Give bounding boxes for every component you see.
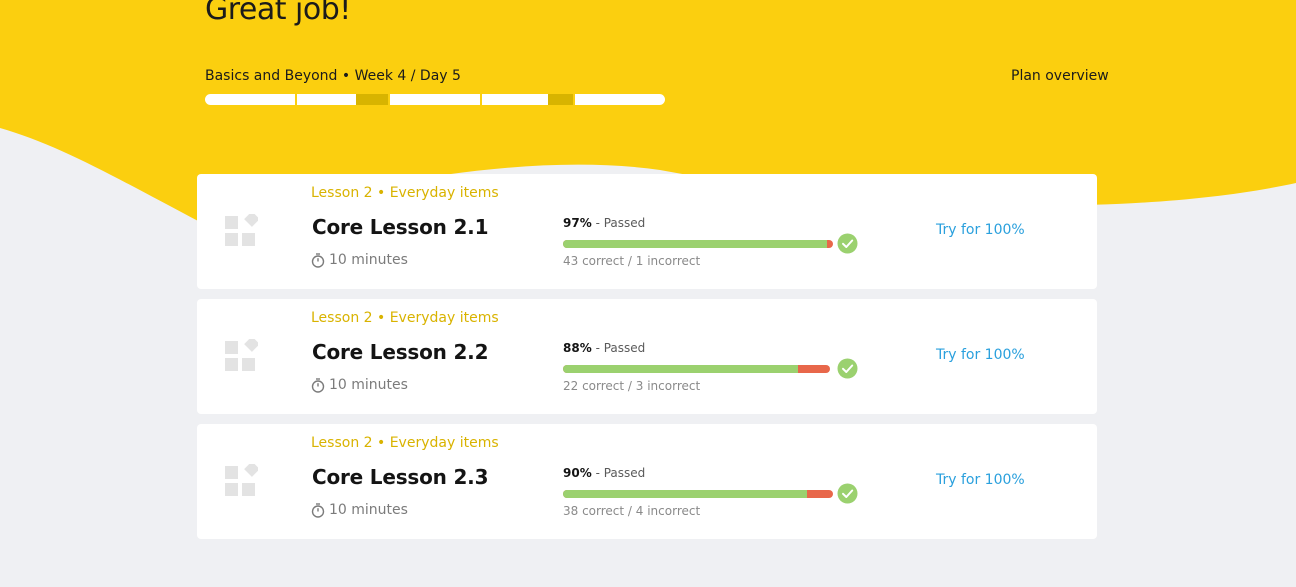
lesson-tag: Lesson 2 • Everyday items (311, 310, 499, 326)
stopwatch-icon (311, 377, 325, 393)
lesson-duration: 10 minutes (311, 377, 408, 393)
lesson-card: Lesson 2 • Everyday items Core Lesson 2.… (197, 299, 1097, 414)
blocks-icon (225, 214, 258, 246)
plan-progress-segment (389, 94, 481, 105)
score-line: 88% - Passed (563, 341, 645, 355)
plan-progress-segment (205, 94, 296, 105)
plan-progress-segment (297, 94, 388, 105)
lesson-card: Lesson 2 • Everyday items Core Lesson 2.… (197, 424, 1097, 539)
score-percent: 97% (563, 216, 592, 230)
score-status: - Passed (595, 216, 646, 230)
lesson-duration: 10 minutes (311, 502, 408, 518)
score-counts: 22 correct / 3 incorrect (563, 379, 701, 393)
score-percent: 90% (563, 466, 592, 480)
plan-overview-link[interactable]: Plan overview (1011, 68, 1109, 84)
stopwatch-icon (311, 252, 325, 268)
lesson-card: Lesson 2 • Everyday items Core Lesson 2.… (197, 174, 1097, 289)
lesson-title[interactable]: Core Lesson 2.2 (312, 340, 489, 364)
lesson-tag: Lesson 2 • Everyday items (311, 435, 499, 451)
score-bar (563, 240, 833, 248)
score-status: - Passed (595, 341, 646, 355)
lesson-title[interactable]: Core Lesson 2.3 (312, 465, 489, 489)
lesson-title[interactable]: Core Lesson 2.1 (312, 215, 489, 239)
score-counts: 38 correct / 4 incorrect (563, 504, 701, 518)
try-for-100-link[interactable]: Try for 100% (936, 347, 1025, 363)
plan-progress-segment (482, 94, 573, 105)
plan-label: Basics and Beyond • Week 4 / Day 5 (205, 68, 461, 84)
blocks-icon (225, 339, 258, 371)
score-line: 90% - Passed (563, 466, 645, 480)
lesson-duration: 10 minutes (311, 252, 408, 268)
score-bar-correct (563, 240, 827, 248)
lesson-tag: Lesson 2 • Everyday items (311, 185, 499, 201)
stopwatch-icon (311, 502, 325, 518)
plan-progress-segment (574, 94, 665, 105)
check-circle-icon (837, 233, 858, 254)
score-bar-correct (563, 365, 798, 373)
score-status: - Passed (595, 466, 646, 480)
plan-progress-bar (205, 94, 665, 105)
try-for-100-link[interactable]: Try for 100% (936, 472, 1025, 488)
score-bar (563, 365, 830, 373)
check-circle-icon (837, 483, 858, 504)
lesson-list: Lesson 2 • Everyday items Core Lesson 2.… (197, 174, 1097, 549)
try-for-100-link[interactable]: Try for 100% (936, 222, 1025, 238)
blocks-icon (225, 464, 258, 496)
score-counts: 43 correct / 1 incorrect (563, 254, 701, 268)
page-title: Great job! (205, 0, 351, 27)
duration-text: 10 minutes (329, 377, 408, 393)
score-bar-correct (563, 490, 808, 498)
score-line: 97% - Passed (563, 216, 645, 230)
duration-text: 10 minutes (329, 502, 408, 518)
check-circle-icon (837, 358, 858, 379)
score-percent: 88% (563, 341, 592, 355)
score-bar (563, 490, 833, 498)
duration-text: 10 minutes (329, 252, 408, 268)
